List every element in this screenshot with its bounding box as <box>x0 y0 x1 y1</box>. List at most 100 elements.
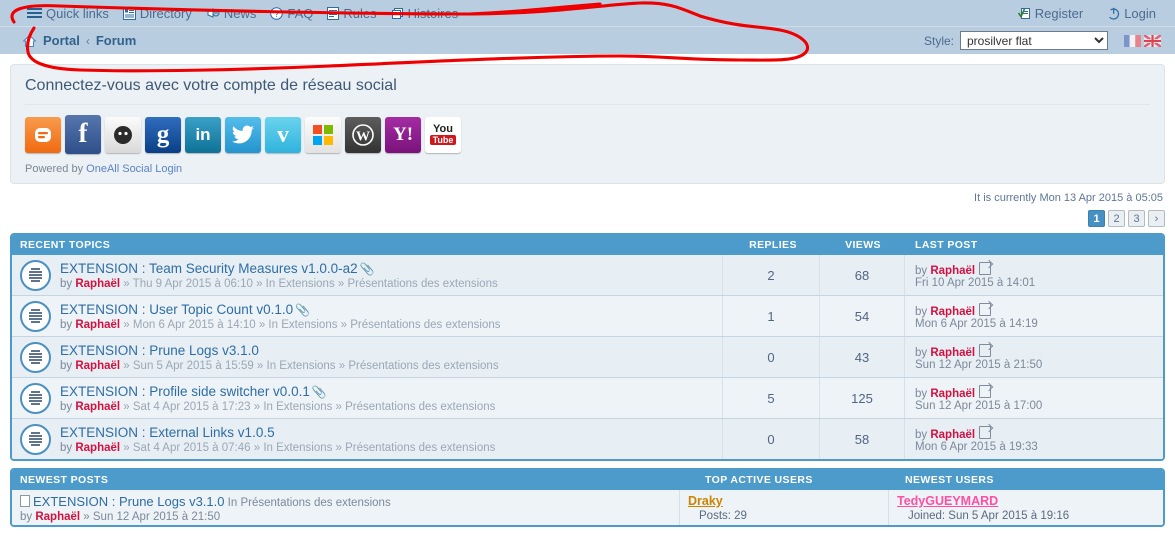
last-post-author[interactable]: Raphaël <box>930 388 975 400</box>
breadcrumb-portal[interactable]: Portal <box>43 33 80 48</box>
nav-item-news-label: News <box>223 5 257 21</box>
topic-author[interactable]: Raphaël <box>75 442 120 454</box>
nav-item-directory-label: Directory <box>139 5 192 21</box>
last-post-author[interactable]: Raphaël <box>930 265 975 277</box>
topic-texts: EXTENSION : User Topic Count v0.1.0 📎 by … <box>60 302 500 331</box>
topic-lines-icon <box>29 389 42 406</box>
last-post-date: Sun 12 Apr 2015 à 17:00 <box>915 399 1043 412</box>
goto-post-icon[interactable] <box>979 343 992 357</box>
topic-cell: EXTENSION : External Links v1.0.5 by Rap… <box>12 419 722 459</box>
register-button[interactable]: Register <box>1013 6 1088 21</box>
yahoo-icon[interactable]: Y! <box>385 116 421 153</box>
newest-user-name[interactable]: TedyGUEYMARD <box>897 494 998 508</box>
topic-texts: EXTENSION : External Links v1.0.5 by Rap… <box>60 425 495 454</box>
primary-navbar: Quick links Directory News ? FAQ Rules H… <box>0 0 1175 27</box>
table-row[interactable]: EXTENSION : Team Security Measures v1.0.… <box>12 255 1163 296</box>
newest-post-author[interactable]: Raphaël <box>35 511 80 523</box>
last-post-author-line: by Raphaël <box>915 384 1163 400</box>
blogger-icon[interactable] <box>25 116 61 153</box>
youtube-icon[interactable]: You Tube <box>425 116 461 153</box>
topic-meta-detail: » Sun 5 Apr 2015 à 15:59 » In Extensions… <box>120 359 499 372</box>
breadcrumb: Portal ‹ Forum <box>22 33 924 48</box>
linkedin-icon[interactable]: in <box>185 116 221 153</box>
attachment-icon: 📎 <box>311 384 327 399</box>
last-post-by-label: by <box>915 305 931 318</box>
next-page-button[interactable]: › <box>1148 210 1165 227</box>
newest-post-forum: In Présentations des extensions <box>224 497 391 509</box>
nav-item-news[interactable]: News <box>201 6 262 21</box>
topic-title-text: EXTENSION : External Links v1.0.5 <box>60 424 275 440</box>
nav-item-histoires-label: Histoires <box>407 5 459 21</box>
table-row[interactable]: EXTENSION : Profile side switcher v0.0.1… <box>12 378 1163 419</box>
newest-posts-header: NEWEST POSTS <box>20 474 109 486</box>
table-row[interactable]: EXTENSION : User Topic Count v0.1.0 📎 by … <box>12 296 1163 337</box>
bottom-panel: NEWEST POSTS TOP ACTIVE USERS NEWEST USE… <box>10 468 1165 527</box>
topic-author[interactable]: Raphaël <box>75 360 120 372</box>
table-row[interactable]: EXTENSION : External Links v1.0.5 by Rap… <box>12 419 1163 459</box>
topic-title[interactable]: EXTENSION : External Links v1.0.5 <box>60 425 495 440</box>
home-icon <box>22 34 37 47</box>
last-post-author[interactable]: Raphaël <box>930 347 975 359</box>
twitter-icon[interactable] <box>225 116 261 153</box>
bottom-header-row: NEWEST POSTS TOP ACTIVE USERS NEWEST USE… <box>12 470 1163 490</box>
topic-title-text: EXTENSION : Prune Logs v3.1.0 <box>60 342 259 358</box>
gb-flag-icon[interactable] <box>1144 34 1161 47</box>
social-login-panel: Connectez-vous avec votre compte de rése… <box>10 64 1165 184</box>
top-active-user-name[interactable]: Draky <box>688 494 723 508</box>
goto-post-icon[interactable] <box>979 261 992 275</box>
column-header-views: VIEWS <box>845 239 881 251</box>
google-icon[interactable]: g <box>145 116 181 153</box>
topic-author[interactable]: Raphaël <box>75 401 120 413</box>
recent-topics-header-row: RECENT TOPICS REPLIES VIEWS LAST POST <box>12 235 1163 255</box>
fr-flag-icon[interactable] <box>1124 34 1141 47</box>
wordpress-icon[interactable]: W <box>345 116 381 153</box>
megaphone-icon <box>207 7 220 18</box>
topic-icon <box>20 423 51 455</box>
goto-post-icon[interactable] <box>979 425 992 439</box>
topic-title[interactable]: EXTENSION : Team Security Measures v1.0.… <box>60 261 498 276</box>
nav-item-histoires[interactable]: Histoires <box>386 6 464 21</box>
topic-author[interactable]: Raphaël <box>75 319 120 331</box>
topic-title[interactable]: EXTENSION : Prune Logs v3.1.0 <box>60 343 499 358</box>
topic-by-label: by <box>60 318 76 331</box>
topic-author[interactable]: Raphaël <box>75 278 120 290</box>
pages-icon <box>391 7 403 19</box>
last-post-author[interactable]: Raphaël <box>930 429 975 441</box>
style-switcher: Style: prosilver flat <box>924 31 1161 50</box>
login-button[interactable]: Login <box>1102 6 1161 21</box>
social-login-title: Connectez-vous avec votre compte de rése… <box>25 75 1150 105</box>
topic-replies: 1 <box>722 296 819 336</box>
topic-lines-icon <box>29 430 42 447</box>
last-post-author[interactable]: Raphaël <box>930 306 975 318</box>
topic-cell: EXTENSION : User Topic Count v0.1.0 📎 by … <box>12 296 722 336</box>
topic-title[interactable]: EXTENSION : Profile side switcher v0.0.1… <box>60 384 495 399</box>
topic-by-label: by <box>60 359 76 372</box>
topic-meta: by Raphaël » Sat 4 Apr 2015 à 07:46 » In… <box>60 442 495 454</box>
topic-replies: 2 <box>722 255 819 295</box>
goto-post-icon[interactable] <box>979 302 992 316</box>
microsoft-icon[interactable] <box>305 116 341 153</box>
page-3-button[interactable]: 3 <box>1128 210 1145 227</box>
quick-links-button[interactable]: Quick links <box>22 6 114 21</box>
style-select[interactable]: prosilver flat <box>960 31 1108 50</box>
goto-post-icon[interactable] <box>979 384 992 398</box>
nav-item-faq[interactable]: ? FAQ <box>265 6 318 21</box>
last-post-by-label: by <box>915 428 931 441</box>
breadcrumb-forum[interactable]: Forum <box>96 33 136 48</box>
oneall-link[interactable]: OneAll Social Login <box>86 163 182 175</box>
facebook-icon[interactable]: f <box>65 115 101 154</box>
nav-item-rules[interactable]: Rules <box>322 6 381 21</box>
vimeo-icon[interactable]: v <box>265 116 301 153</box>
attachment-icon: 📎 <box>295 302 311 317</box>
topic-icon <box>20 300 51 332</box>
svg-text:W: W <box>356 129 370 144</box>
newest-post-date: » Sun 12 Apr 2015 à 21:50 <box>80 511 221 523</box>
topic-last-post: by Raphaël Fri 10 Apr 2015 à 14:01 <box>904 255 1163 295</box>
github-icon[interactable] <box>105 116 141 153</box>
newest-post-title[interactable]: EXTENSION : Prune Logs v3.1.0 <box>33 494 224 509</box>
table-row[interactable]: EXTENSION : Prune Logs v3.1.0 by Raphaël… <box>12 337 1163 378</box>
topic-title[interactable]: EXTENSION : User Topic Count v0.1.0 📎 <box>60 302 500 317</box>
page-1-button[interactable]: 1 <box>1088 210 1105 227</box>
page-2-button[interactable]: 2 <box>1108 210 1125 227</box>
nav-item-directory[interactable]: Directory <box>118 6 197 21</box>
